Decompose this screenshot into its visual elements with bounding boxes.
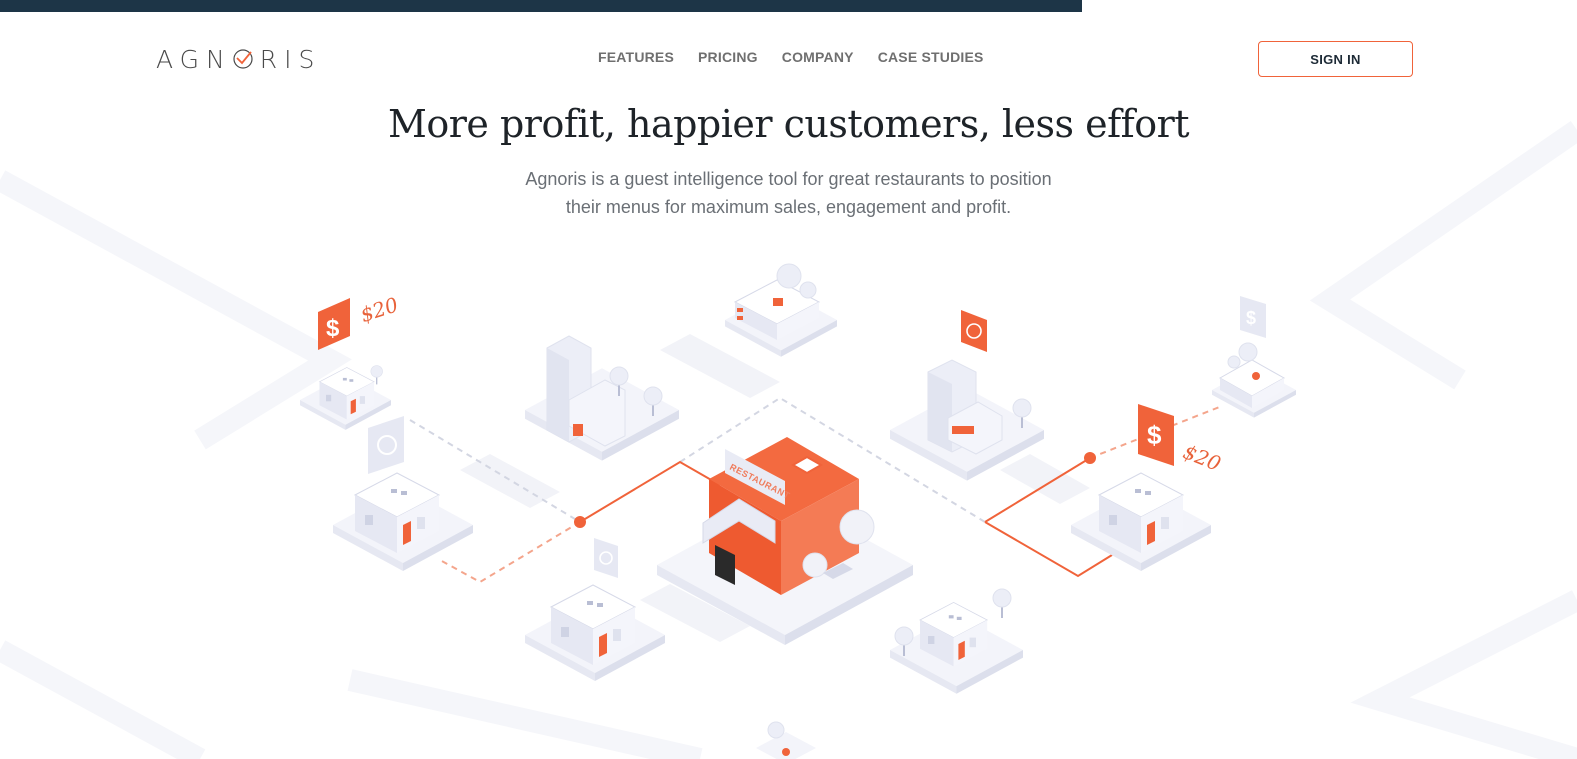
logo-check-icon	[233, 49, 253, 69]
hero-subtitle-line-2: their menus for maximum sales, engagemen…	[565, 197, 1012, 217]
smiley-sign-grey-left	[368, 416, 404, 474]
sign-in-button[interactable]: SIGN IN	[1258, 41, 1413, 77]
house-right	[1071, 472, 1211, 571]
dollar-sign-faded: $	[1240, 296, 1266, 338]
restaurant-sign: RESTAURANT	[728, 462, 792, 501]
svg-text:$: $	[1147, 420, 1162, 450]
smiley-sign-orange	[961, 310, 987, 352]
nav-features[interactable]: FEATURES	[598, 49, 674, 65]
documents-right	[1212, 342, 1296, 418]
dollar-sign-right: $	[1138, 404, 1174, 466]
top-bar	[0, 0, 1082, 12]
svg-text:$: $	[1246, 308, 1256, 328]
dashed-grey-paths	[409, 396, 986, 523]
hero-subtitle-line-1: Agnoris is a guest intelligence tool for…	[525, 169, 1052, 189]
office-left	[525, 335, 679, 461]
nav-pricing[interactable]: PRICING	[698, 49, 758, 65]
hero-headline: More profit, happier customers, less eff…	[387, 102, 1190, 146]
background-lines	[0, 120, 1577, 759]
building-bottom-cut	[756, 721, 816, 759]
hero-subtitle: Agnoris is a guest intelligence tool for…	[0, 165, 1577, 221]
logo-text-end: RIS	[259, 44, 322, 74]
house-left	[333, 472, 473, 571]
house-bottom-left	[525, 584, 665, 681]
restaurant-building: RESTAURANT	[657, 437, 913, 645]
crosswalks	[460, 334, 1090, 642]
documents-top	[725, 263, 837, 357]
dollar-sign-left: $	[318, 298, 350, 350]
house-bottom-right	[890, 588, 1023, 694]
office-right	[890, 359, 1044, 481]
house-top-left-small	[300, 364, 391, 430]
smiley-sign-grey-bottom	[594, 538, 618, 578]
logo[interactable]: AGN RIS	[156, 44, 321, 74]
connector-node-right	[1084, 452, 1096, 464]
price-label-left: $20	[357, 292, 401, 327]
connector-node-left	[574, 516, 586, 528]
main-nav: FEATURES PRICING COMPANY CASE STUDIES	[598, 49, 984, 65]
nav-case-studies[interactable]: CASE STUDIES	[878, 49, 984, 65]
svg-text:$: $	[326, 315, 340, 342]
price-label-right: $20	[1180, 439, 1225, 476]
logo-text-start: AGN	[156, 44, 232, 74]
nav-company[interactable]: COMPANY	[782, 49, 854, 65]
orange-connectors	[439, 405, 1223, 584]
